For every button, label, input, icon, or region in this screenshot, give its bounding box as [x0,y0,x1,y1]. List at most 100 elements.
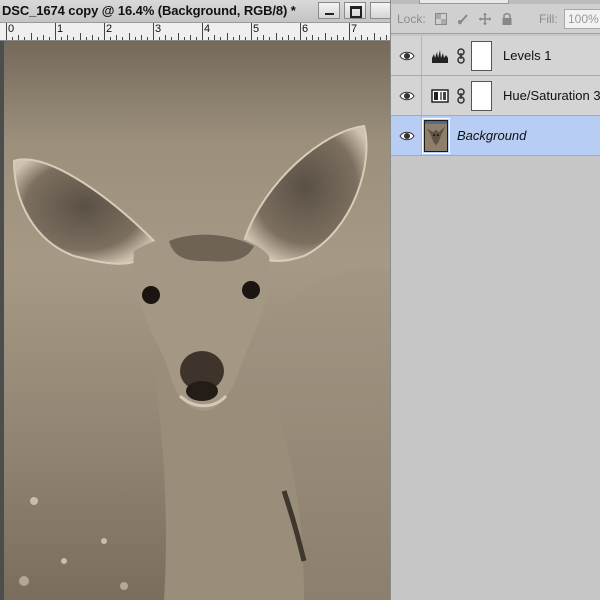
fill-label: Fill: [539,12,558,26]
ruler-tick [128,33,130,40]
ruler-tick [48,37,50,40]
ruler-tick [349,23,350,40]
ruler-tick [238,35,240,40]
ruler-label: 1 [57,23,64,35]
layer-mask-thumbnail[interactable] [471,41,492,71]
ruler-tick [165,35,167,40]
ruler-tick [153,23,154,40]
ruler-label: 7 [351,23,358,35]
lock-transparent-pixels-icon[interactable] [435,13,447,25]
lock-bar: Lock: Fill: 100% [391,4,600,34]
ruler-tick [30,33,32,40]
ruler-tick [116,35,118,40]
ruler-tick [263,35,265,40]
ruler-tick [202,23,203,40]
ruler-tick [318,37,320,40]
ruler-tick [97,37,99,40]
ruler-tick [214,35,216,40]
ruler-tick [293,37,295,40]
ruler-tick [275,33,277,40]
deer-photo [4,41,390,600]
ruler-tick [18,35,20,40]
ruler-tick [312,35,314,40]
ruler-tick [177,33,179,40]
ruler-label: 3 [155,23,162,35]
ruler-tick [355,37,357,40]
ruler-label: 4 [204,23,211,35]
ruler-tick [110,37,112,40]
ruler-tick [67,35,69,40]
close-button[interactable] [370,2,390,19]
ruler-tick [61,37,63,40]
hue-saturation-icon [431,89,449,103]
ruler-tick [36,37,38,40]
eye-icon[interactable] [399,89,415,103]
ruler-tick [6,23,7,40]
ruler-tick [24,37,26,40]
ruler-tick [287,35,289,40]
ruler-tick [281,37,283,40]
ruler-tick [251,23,252,40]
ruler-tick [159,37,161,40]
ruler-tick [73,37,75,40]
maximize-button[interactable] [344,2,366,19]
ruler-tick [336,35,338,40]
ruler-tick [269,37,271,40]
layer-mask-thumbnail[interactable] [471,81,492,111]
ruler-tick [85,37,87,40]
document-title: DSC_1674 copy @ 16.4% (Background, RGB/8… [2,3,296,18]
layer-name[interactable]: Background [457,128,526,143]
ruler-tick [12,37,14,40]
ruler-tick [226,33,228,40]
ruler-tick [361,35,363,40]
levels-icon [432,50,448,63]
ruler-tick [208,37,210,40]
ruler-tick [134,37,136,40]
lock-image-pixels-icon[interactable] [457,13,469,25]
maximize-icon [350,6,362,18]
lock-all-icon[interactable] [501,13,513,25]
layer-name[interactable]: Hue/Saturation 3 [503,88,600,103]
ruler-label: 6 [302,23,309,35]
ruler-tick [324,33,326,40]
fill-input[interactable]: 100% [564,9,600,29]
document-title-bar[interactable]: DSC_1674 copy @ 16.4% (Background, RGB/8… [0,0,390,23]
link-icon[interactable] [457,48,465,64]
layer-row-hue-saturation-3[interactable]: Hue/Saturation 3 [391,76,600,116]
ruler-tick [122,37,124,40]
ruler-tick [183,37,185,40]
ruler-tick [379,37,381,40]
link-icon[interactable] [457,88,465,104]
ruler-tick [91,35,93,40]
ruler-tick [42,35,44,40]
minimize-button[interactable] [318,2,340,19]
layer-row-background[interactable]: Background [391,116,600,156]
lock-position-icon[interactable] [479,13,491,25]
ruler-tick [257,37,259,40]
eye-icon[interactable] [399,49,415,63]
photo-thumbnail[interactable] [424,120,448,152]
ruler-tick [220,37,222,40]
horizontal-ruler[interactable]: 0 1 2 3 4 5 6 7 [0,23,390,41]
ruler-tick [385,35,387,40]
ruler-tick [330,37,332,40]
ruler-tick [55,23,56,40]
ruler-tick [171,37,173,40]
ruler-tick [232,37,234,40]
layer-name[interactable]: Levels 1 [503,48,551,63]
ruler-tick [306,37,308,40]
layers-panel: Lock: Fill: 100% Levels 1 Hue/Saturation… [390,0,600,600]
lock-label: Lock: [397,12,426,26]
ruler-label: 2 [106,23,113,35]
ruler-tick [367,37,369,40]
ruler-tick [342,37,344,40]
ruler-tick [195,37,197,40]
document-canvas[interactable] [0,41,390,600]
ruler-tick [104,23,105,40]
layer-row-levels-1[interactable]: Levels 1 [391,36,600,76]
ruler-tick [244,37,246,40]
ruler-label: 5 [253,23,260,35]
eye-icon[interactable] [399,129,415,143]
ruler-tick [300,23,301,40]
minimize-icon [325,13,334,15]
